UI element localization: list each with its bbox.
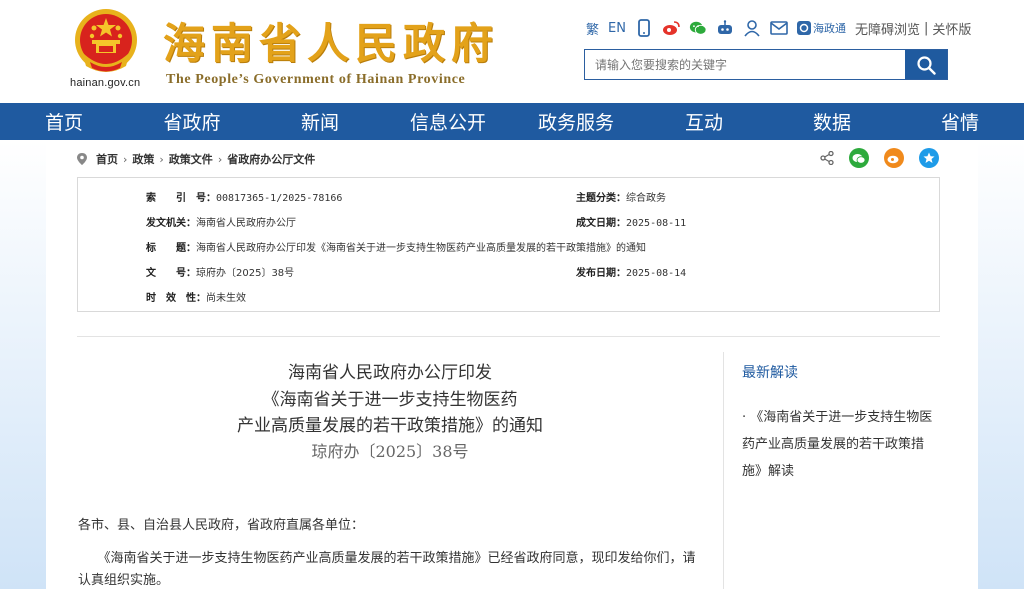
header-toolbar: 繁 EN 海政通 无障碍浏览 | 关怀版 bbox=[586, 17, 971, 39]
nav-information-disclosure[interactable]: 信息公开 bbox=[384, 103, 512, 140]
article-title-line-1: 海南省人民政府办公厅印发 bbox=[288, 363, 492, 383]
breadcrumb: 首页 › 政策 › 政策文件 › 省政府办公厅文件 bbox=[76, 151, 315, 167]
national-emblem-icon[interactable] bbox=[72, 6, 140, 76]
share-wechat-icon[interactable] bbox=[849, 148, 869, 168]
info-category-label: 主题分类： bbox=[576, 193, 626, 204]
info-publish-date: 发布日期：2025-08-14 bbox=[576, 264, 686, 279]
site-title-english: The People’s Government of Hainan Provin… bbox=[166, 72, 466, 87]
section-divider bbox=[77, 336, 940, 337]
interpretation-link[interactable]: · 《海南省关于进一步支持生物医药产业高质量发展的若干政策措施》解读 bbox=[742, 404, 942, 485]
article-body-paragraph: 《海南省关于进一步支持生物医药产业高质量发展的若干政策措施》已经省政府同意，现印… bbox=[78, 551, 696, 588]
haizhengtong-link[interactable]: 海政通 bbox=[796, 20, 846, 36]
info-doc-number-value: 琼府办〔2025〕38号 bbox=[196, 268, 295, 279]
breadcrumb-home[interactable]: 首页 bbox=[96, 151, 118, 167]
info-index-label: 索 引 号： bbox=[146, 193, 216, 204]
info-doc-number: 文 号：琼府办〔2025〕38号 bbox=[146, 264, 294, 279]
article-salutation: 各市、县、自治县人民政府，省政府直属各单位： bbox=[78, 518, 365, 533]
info-issuer-value: 海南省人民政府办公厅 bbox=[196, 218, 296, 229]
mail-icon[interactable] bbox=[770, 19, 788, 37]
nav-government-services[interactable]: 政务服务 bbox=[512, 103, 640, 140]
breadcrumb-policy-documents[interactable]: 政策文件 bbox=[169, 151, 213, 167]
search-button[interactable] bbox=[905, 50, 947, 79]
info-publish-date-label: 发布日期： bbox=[576, 268, 626, 279]
info-issuer: 发文机关：海南省人民政府办公厅 bbox=[146, 214, 296, 229]
user-icon[interactable] bbox=[743, 19, 761, 37]
info-category-value: 综合政务 bbox=[626, 193, 666, 204]
site-title-chinese[interactable]: 海南省人民政府 bbox=[163, 10, 499, 71]
robot-icon[interactable] bbox=[716, 19, 734, 37]
article-sidebar-divider bbox=[723, 352, 724, 589]
mobile-icon[interactable] bbox=[635, 19, 653, 37]
info-publish-date-value: 2025-08-14 bbox=[626, 268, 687, 279]
nav-data[interactable]: 数据 bbox=[768, 103, 896, 140]
info-written-date-label: 成文日期： bbox=[576, 218, 626, 229]
nav-provincial-government[interactable]: 省政府 bbox=[128, 103, 256, 140]
info-validity-value: 尚未生效 bbox=[206, 293, 246, 304]
location-pin-icon bbox=[77, 153, 87, 165]
breadcrumb-policy[interactable]: 政策 bbox=[132, 151, 154, 167]
share-qzone-icon[interactable] bbox=[919, 148, 939, 168]
article-doc-number: 琼府办〔2025〕38号 bbox=[311, 442, 469, 461]
share-weibo-icon[interactable] bbox=[884, 148, 904, 168]
search-input[interactable] bbox=[585, 50, 905, 79]
info-validity-label: 时 效 性： bbox=[146, 293, 206, 304]
nav-news[interactable]: 新闻 bbox=[256, 103, 384, 140]
latest-interpretation-title: 最新解读 bbox=[742, 365, 798, 381]
nav-home[interactable]: 首页 bbox=[0, 103, 128, 140]
info-written-date: 成文日期：2025-08-11 bbox=[576, 214, 686, 229]
main-nav: 首页 省政府 新闻 信息公开 政务服务 互动 数据 省情 bbox=[0, 103, 1024, 140]
nav-interaction[interactable]: 互动 bbox=[640, 103, 768, 140]
info-category: 主题分类：综合政务 bbox=[576, 189, 666, 204]
info-doc-number-label: 文 号： bbox=[146, 268, 196, 279]
haizhengtong-icon bbox=[796, 21, 811, 35]
info-issuer-label: 发文机关： bbox=[146, 218, 196, 229]
search-icon bbox=[917, 55, 936, 75]
accessible-browse-link[interactable]: 无障碍浏览 bbox=[855, 19, 920, 38]
traditional-chinese-link[interactable]: 繁 bbox=[586, 19, 599, 38]
toolbar-separator: | bbox=[923, 20, 929, 36]
haizhengtong-label: 海政通 bbox=[812, 22, 846, 35]
article-title-line-2: 《海南省关于进一步支持生物医药 bbox=[262, 390, 518, 410]
share-bar bbox=[820, 148, 939, 168]
breadcrumb-office-documents[interactable]: 省政府办公厅文件 bbox=[227, 151, 315, 167]
page-side-background-left bbox=[0, 140, 46, 589]
breadcrumb-separator: › bbox=[123, 152, 128, 166]
page-side-background-right bbox=[978, 140, 1024, 589]
wechat-icon[interactable] bbox=[689, 19, 707, 37]
article-title-line-3: 产业高质量发展的若干政策措施》的通知 bbox=[237, 416, 543, 436]
info-title: 标 题：海南省人民政府办公厅印发《海南省关于进一步支持生物医药产业高质量发展的若… bbox=[146, 239, 646, 254]
share-icon[interactable] bbox=[820, 151, 834, 165]
care-version-link[interactable]: 关怀版 bbox=[932, 19, 971, 38]
nav-province-overview[interactable]: 省情 bbox=[896, 103, 1024, 140]
english-link[interactable]: EN bbox=[608, 21, 626, 36]
site-header: hainan.gov.cn 海南省人民政府 The People’s Gover… bbox=[0, 0, 1024, 103]
info-title-label: 标 题： bbox=[146, 243, 196, 254]
breadcrumb-separator: › bbox=[217, 152, 223, 166]
site-domain: hainan.gov.cn bbox=[70, 77, 141, 89]
weibo-icon[interactable] bbox=[662, 19, 680, 37]
info-written-date-value: 2025-08-11 bbox=[626, 218, 687, 229]
document-info-panel: 索 引 号：00817365-1/2025-78166 主题分类：综合政务 发文… bbox=[77, 177, 940, 312]
info-index-value: 00817365-1/2025-78166 bbox=[216, 193, 343, 204]
breadcrumb-separator: › bbox=[159, 152, 164, 166]
info-index: 索 引 号：00817365-1/2025-78166 bbox=[146, 189, 342, 204]
search-bar bbox=[584, 49, 948, 80]
info-title-value: 海南省人民政府办公厅印发《海南省关于进一步支持生物医药产业高质量发展的若干政策措… bbox=[196, 243, 646, 254]
info-validity: 时 效 性：尚未生效 bbox=[146, 289, 246, 304]
